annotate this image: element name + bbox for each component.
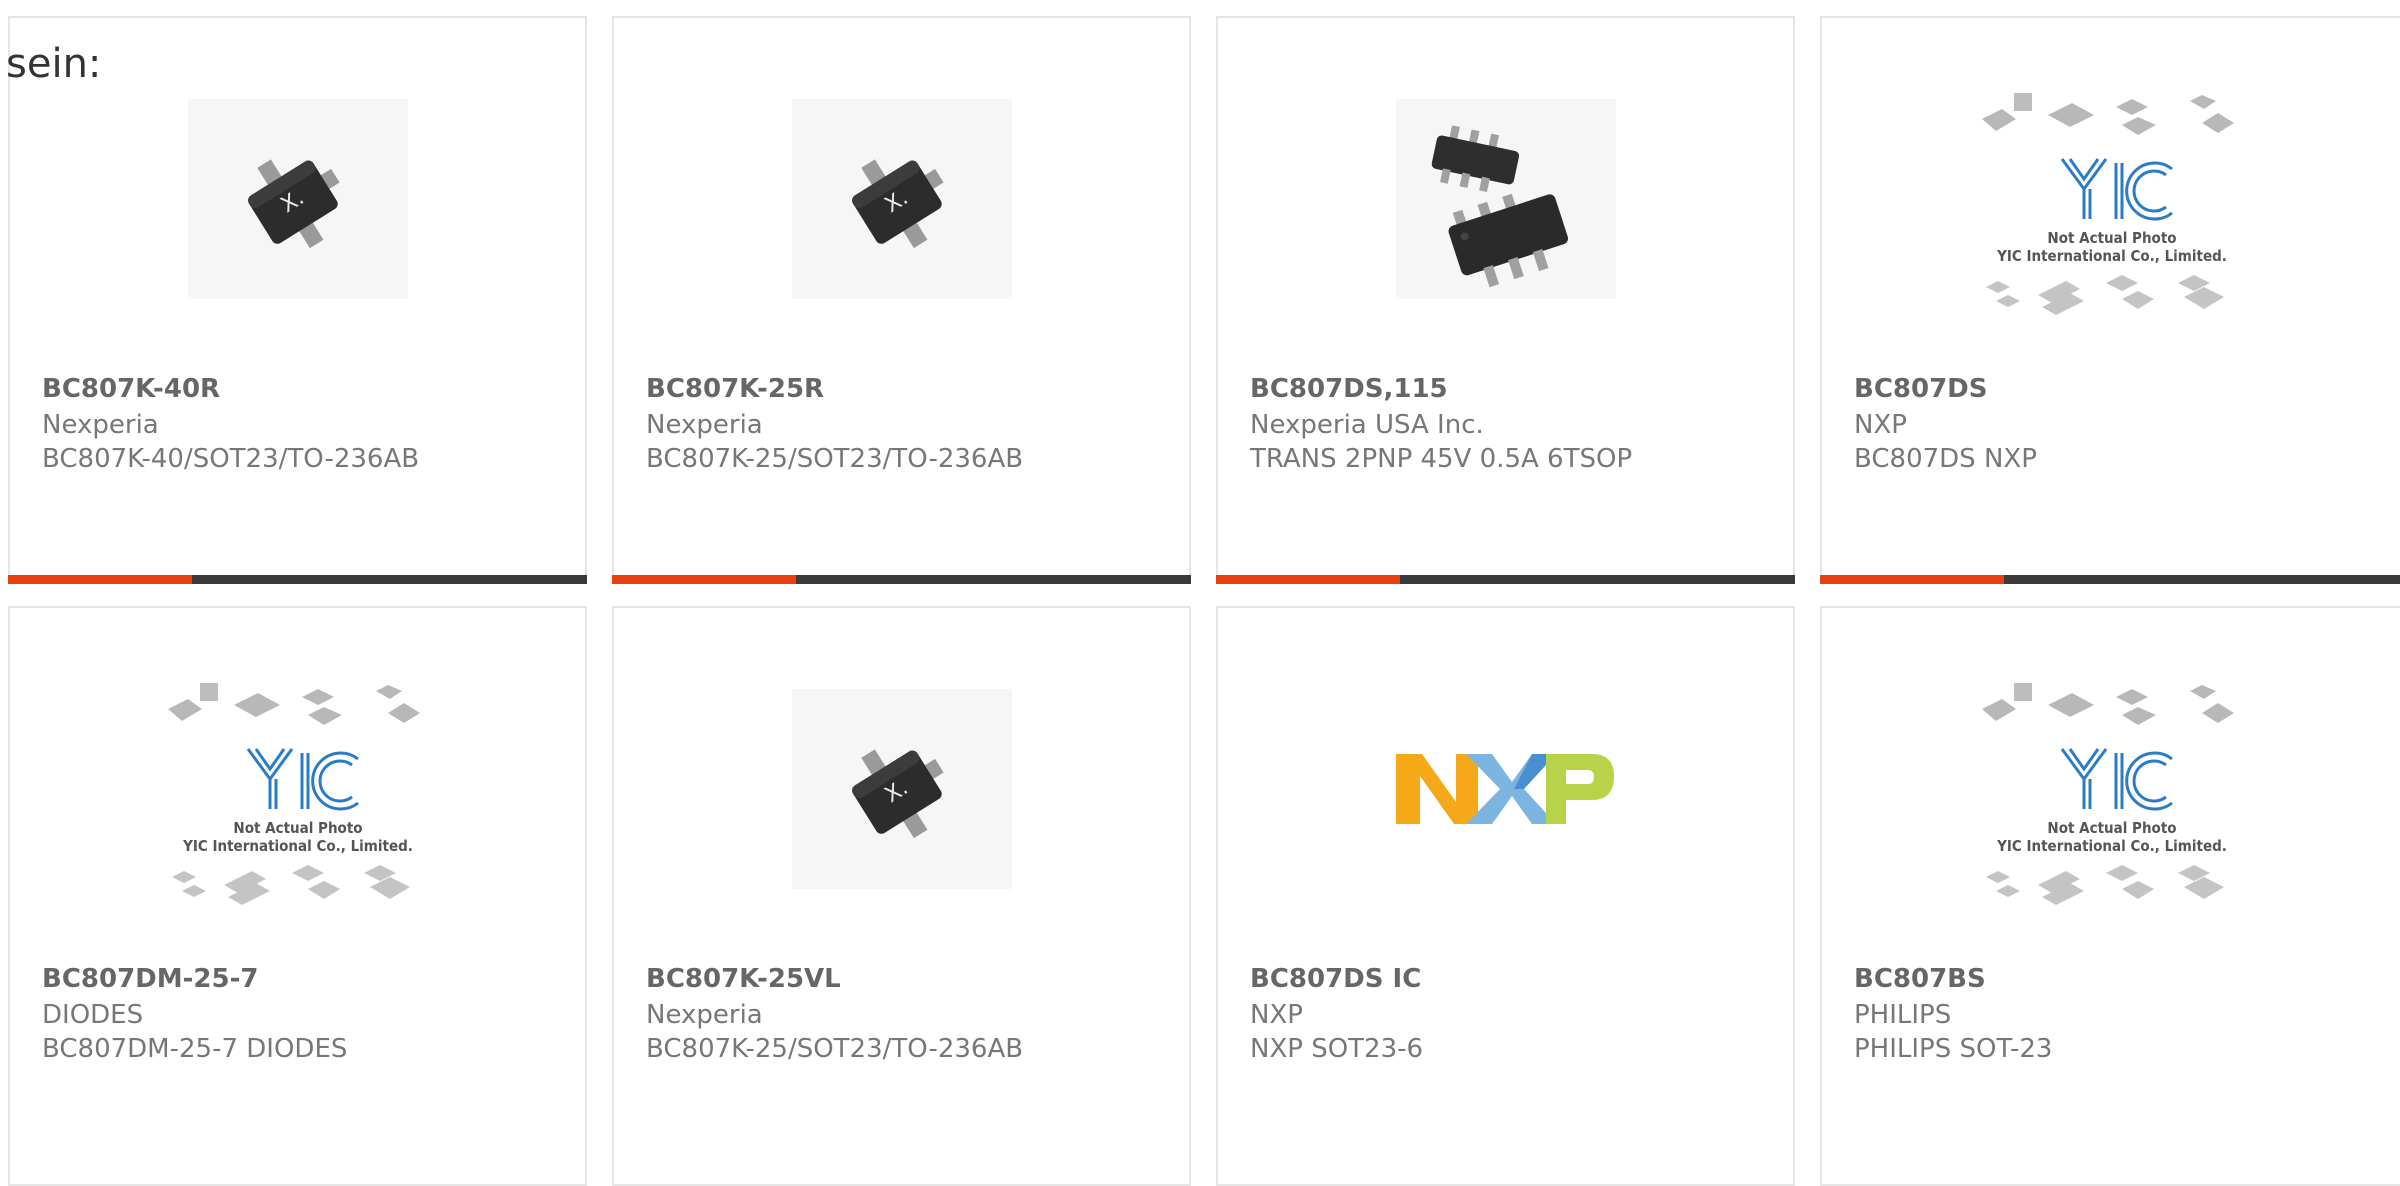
description: BC807DM-25-7 DIODES [42,1034,348,1064]
tsop6-chip-icon [1366,84,1646,314]
manufacturer: Nexperia [646,1000,763,1030]
yic-placeholder-image: Not Actual Photo YIC International Co., … [1972,84,2252,315]
placeholder-caption-2: YIC International Co., Limited. [1996,837,2227,855]
part-number[interactable]: BC807BS [1854,964,1986,994]
card-bottom-bar [1216,575,1795,584]
nxp-logo [1366,674,1646,904]
product-card[interactable]: X. BC807K-25VL Nexperia BC807K-25/SOT23/… [612,606,1191,1186]
description: TRANS 2PNP 45V 0.5A 6TSOP [1250,444,1633,474]
product-card[interactable]: X. BC807K-25R Nexperia BC807K-25/SOT23/T… [612,16,1191,584]
sot23-chip-icon: X. [762,84,1042,314]
part-number[interactable]: BC807K-25R [646,374,824,404]
manufacturer: Nexperia USA Inc. [1250,410,1484,440]
card-bottom-bar [8,575,587,584]
description: BC807DS NXP [1854,444,2037,474]
placeholder-caption-2: YIC International Co., Limited. [182,837,413,855]
part-number[interactable]: BC807DS,115 [1250,374,1448,404]
product-card[interactable]: X. BC807K-40R Nexperia BC807K-40/SOT23/T… [8,16,587,584]
product-card[interactable]: Not Actual Photo YIC International Co., … [8,606,587,1186]
accent-bar [8,575,192,584]
description: BC807K-25/SOT23/TO-236AB [646,444,1024,474]
part-number[interactable]: BC807DS IC [1250,964,1421,994]
part-number[interactable]: BC807K-40R [42,374,220,404]
placeholder-caption-1: Not Actual Photo [2047,819,2176,837]
yic-placeholder-image: Not Actual Photo YIC International Co., … [158,674,438,905]
intro-text: sein: [6,41,102,87]
part-number[interactable]: BC807K-25VL [646,964,841,994]
manufacturer: PHILIPS [1854,1000,1952,1030]
manufacturer: Nexperia [42,410,159,440]
manufacturer: Nexperia [646,410,763,440]
manufacturer: NXP [1250,1000,1303,1030]
description: PHILIPS SOT-23 [1854,1034,2053,1064]
product-card[interactable]: BC807DS,115 Nexperia USA Inc. TRANS 2PNP… [1216,16,1795,584]
product-card[interactable]: Not Actual Photo YIC International Co., … [1820,16,2400,584]
product-card[interactable]: BC807DS IC NXP NXP SOT23-6 [1216,606,1795,1186]
placeholder-caption-1: Not Actual Photo [2047,229,2176,247]
description: BC807K-40/SOT23/TO-236AB [42,444,420,474]
description: NXP SOT23-6 [1250,1034,1424,1064]
placeholder-caption-1: Not Actual Photo [233,819,362,837]
description: BC807K-25/SOT23/TO-236AB [646,1034,1024,1064]
part-number[interactable]: BC807DM-25-7 [42,964,258,994]
manufacturer: DIODES [42,1000,144,1030]
sot23-chip-icon: X. [762,674,1042,904]
accent-bar [612,575,796,584]
card-bottom-bar [612,575,1191,584]
product-card[interactable]: Not Actual Photo YIC International Co., … [1820,606,2400,1186]
placeholder-caption-2: YIC International Co., Limited. [1996,247,2227,265]
card-bottom-bar [1820,575,2400,584]
accent-bar [1820,575,2004,584]
yic-placeholder-image: Not Actual Photo YIC International Co., … [1972,674,2252,905]
sot23-chip-icon: X. [158,84,438,314]
accent-bar [1216,575,1400,584]
part-number[interactable]: BC807DS [1854,374,1987,404]
manufacturer: NXP [1854,410,1907,440]
